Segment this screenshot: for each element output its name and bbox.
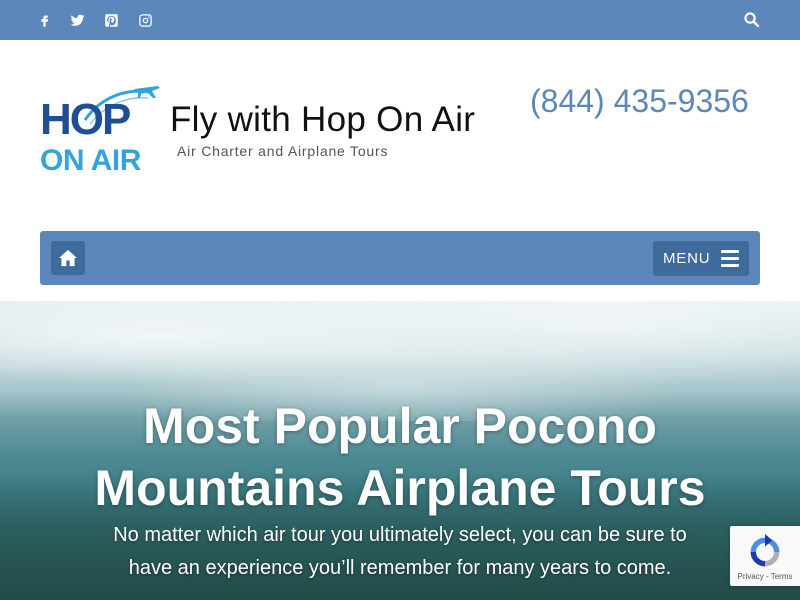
menu-label: MENU (663, 250, 711, 267)
instagram-icon[interactable] (136, 11, 154, 29)
home-button[interactable] (51, 241, 85, 275)
recaptcha-footer[interactable]: Privacy - Terms (730, 572, 800, 581)
home-icon (59, 249, 77, 267)
main-nav: MENU (40, 231, 760, 285)
site-tagline: Air Charter and Airplane Tours (177, 143, 389, 159)
hero-sub-line1: No matter which air tour you ultimately … (113, 524, 687, 546)
facebook-icon[interactable] (35, 11, 53, 29)
logo-onair-text: ON AIR (40, 144, 141, 177)
hero-subtitle: No matter which air tour you ultimately … (0, 519, 800, 585)
top-bar (0, 0, 800, 40)
site-logo[interactable]: HOP ON AIR (40, 80, 160, 180)
hero-title-line2: Mountains Airplane Tours (94, 460, 706, 516)
site-title[interactable]: Fly with Hop On Air (170, 100, 475, 140)
hero-banner: Most Popular Pocono Mountains Airplane T… (0, 301, 800, 600)
recaptcha-badge[interactable]: Privacy - Terms (730, 526, 800, 586)
hero-title-line1: Most Popular Pocono (143, 398, 657, 454)
hero-sub-line2: have an experience you’ll remember for m… (128, 557, 672, 579)
hero-title: Most Popular Pocono Mountains Airplane T… (0, 395, 800, 519)
twitter-icon[interactable] (68, 11, 86, 29)
search-icon[interactable] (743, 11, 761, 29)
recaptcha-icon (750, 534, 780, 567)
phone-link[interactable]: (844) 435-9356 (530, 83, 749, 120)
logo-hop-text: HOP (40, 95, 131, 144)
pinterest-icon[interactable] (102, 11, 120, 29)
hamburger-icon (721, 250, 739, 267)
menu-button[interactable]: MENU (653, 241, 749, 276)
